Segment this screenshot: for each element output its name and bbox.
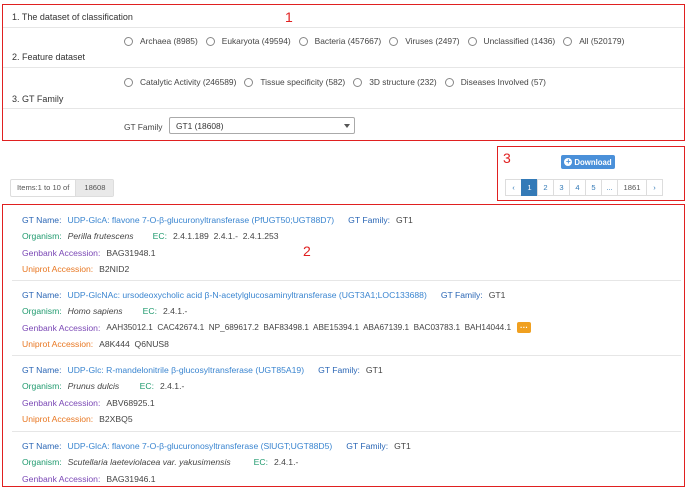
pagination-page-last[interactable]: 1861 <box>617 179 647 196</box>
dataset-section-title: 1. The dataset of classification <box>12 12 133 22</box>
organism-line: Organism: Homo sapiens EC: 2.4.1.- <box>22 306 188 316</box>
download-button[interactable]: + Download <box>561 155 615 169</box>
radio-button[interactable] <box>205 36 215 46</box>
ec-value: 2.4.1.- <box>273 457 299 467</box>
genbank-value[interactable]: BAG31946.1 <box>106 474 155 484</box>
dataset-option-all[interactable]: All (520179) <box>563 36 624 46</box>
results-count: Items:1 to 10 of 18608 <box>10 179 115 197</box>
radio-button[interactable] <box>124 36 133 46</box>
genbank-value[interactable]: BAG31948.1 <box>106 248 155 258</box>
radio-button[interactable] <box>389 36 399 46</box>
radio-button[interactable] <box>353 77 363 87</box>
gt-name-link[interactable]: UDP-Glc: R-mandelonitrile β-glucosyltran… <box>67 365 304 375</box>
dataset-radio-group: Archaea (8985) Eukaryota (49594) Bacteri… <box>124 36 632 46</box>
ec-value: 2.4.1.189 2.4.1.- 2.4.1.253 <box>172 231 279 241</box>
uniprot-line: Uniprot Accession: B2XBQ5 <box>22 414 133 424</box>
feature-radio-group: Catalytic Activity (246589) Tissue speci… <box>124 77 554 87</box>
pagination: ‹ 1 2 3 4 5 ... 1861 › <box>505 179 663 196</box>
chevron-down-icon <box>344 124 350 128</box>
pagination-ellipsis: ... <box>601 179 618 196</box>
radio-button[interactable] <box>444 77 454 87</box>
results-range: Items:1 to 10 of <box>17 183 70 192</box>
pagination-page-4[interactable]: 4 <box>569 179 586 196</box>
dataset-option-viruses[interactable]: Viruses (2497) <box>389 36 460 46</box>
organism-line: Organism: Perilla frutescens EC: 2.4.1.1… <box>22 231 279 241</box>
gt-name-line: GT Name: UDP-Glc: R-mandelonitrile β-glu… <box>22 365 383 375</box>
divider <box>3 27 684 28</box>
genbank-value[interactable]: ABV68925.1 <box>106 398 154 408</box>
uniprot-line: Uniprot Accession: A8K444 Q6NUS8 <box>22 339 169 349</box>
more-button[interactable]: ··· <box>517 322 532 333</box>
radio-button[interactable] <box>244 77 254 87</box>
genbank-value[interactable]: AAH35012.1 CAC42674.1 NP_689617.2 BAF834… <box>106 323 511 332</box>
dataset-option-eukaryota[interactable]: Eukaryota (49594) <box>205 36 291 46</box>
organism-line: Organism: Prunus dulcis EC: 2.4.1.- <box>22 381 185 391</box>
radio-button[interactable] <box>298 36 308 46</box>
genbank-line: Genbank Accession: ABV68925.1 <box>22 398 155 408</box>
pagination-page-5[interactable]: 5 <box>585 179 602 196</box>
download-label: Download <box>574 157 612 167</box>
pagination-page-3[interactable]: 3 <box>553 179 570 196</box>
organism-value: Prunus dulcis <box>67 381 120 391</box>
gt-family-label: GT Family <box>124 122 163 132</box>
radio-button[interactable] <box>563 36 573 46</box>
gt-family-value: GT1 <box>365 365 383 375</box>
divider <box>3 67 684 68</box>
genbank-line: Genbank Accession: BAG31948.1 <box>22 248 156 258</box>
divider <box>12 355 681 356</box>
gt-name-line: GT Name: UDP-GlcNAc: ursodeoxycholic aci… <box>22 290 506 300</box>
gt-name-line: GT Name: UDP-GlcA: flavone 7-O-β-glucuro… <box>22 441 411 451</box>
gt-section-title: 3. GT Family <box>12 94 64 104</box>
pagination-next[interactable]: › <box>646 179 663 196</box>
ec-value: 2.4.1.- <box>159 381 185 391</box>
feature-section-title: 2. Feature dataset <box>12 52 86 62</box>
uniprot-value[interactable]: B2XBQ5 <box>99 414 132 424</box>
divider <box>12 431 681 432</box>
gt-family-select[interactable]: GT1 (18608) <box>169 117 355 134</box>
gt-name-line: GT Name: UDP-GlcA: flavone 7-O-β-glucuro… <box>22 215 413 225</box>
pagination-page-1[interactable]: 1 <box>521 179 538 196</box>
gt-name-link[interactable]: UDP-GlcA: flavone 7-O-β-glucuronyltransf… <box>67 215 334 225</box>
gt-family-value: GT1 <box>488 290 506 300</box>
gt-family-selected-value: GT1 (18608) <box>176 120 224 131</box>
gt-name-link[interactable]: UDP-GlcA: flavone 7-O-β-glucuronosyltran… <box>67 441 332 451</box>
radio-button[interactable] <box>124 77 133 87</box>
uniprot-value[interactable]: B2NID2 <box>99 264 129 274</box>
annotation-label-1: 1 <box>285 9 293 25</box>
feature-option-tissue[interactable]: Tissue specificity (582) <box>244 77 345 87</box>
gt-family-value: GT1 <box>396 215 413 225</box>
gt-name-link[interactable]: UDP-GlcNAc: ursodeoxycholic acid β-N-ace… <box>67 290 426 300</box>
genbank-line: Genbank Accession: BAG31946.1 <box>22 474 156 484</box>
gt-family-value: GT1 <box>394 441 411 451</box>
organism-value: Scutellaria laeteviolacea var. yakusimen… <box>67 457 231 467</box>
organism-line: Organism: Scutellaria laeteviolacea var.… <box>22 457 299 467</box>
divider <box>12 280 681 281</box>
genbank-line: Genbank Accession: AAH35012.1 CAC42674.1… <box>22 322 532 333</box>
annotation-label-3: 3 <box>503 150 511 166</box>
feature-option-diseases[interactable]: Diseases Involved (57) <box>444 77 546 87</box>
dataset-option-archaea[interactable]: Archaea (8985) <box>124 36 198 46</box>
pagination-page-2[interactable]: 2 <box>537 179 554 196</box>
results-total: 18608 <box>75 180 114 196</box>
organism-value: Homo sapiens <box>67 306 123 316</box>
uniprot-value[interactable]: A8K444 Q6NUS8 <box>99 339 169 349</box>
organism-value: Perilla frutescens <box>67 231 134 241</box>
pagination-prev[interactable]: ‹ <box>505 179 522 196</box>
dataset-option-bacteria[interactable]: Bacteria (457667) <box>298 36 381 46</box>
annotation-label-2: 2 <box>303 243 311 259</box>
plus-circle-icon: + <box>564 157 573 166</box>
feature-option-3d[interactable]: 3D structure (232) <box>353 77 437 87</box>
uniprot-line: Uniprot Accession: B2NID2 <box>22 264 130 274</box>
radio-button[interactable] <box>467 36 477 46</box>
dataset-option-unclassified[interactable]: Unclassified (1436) <box>467 36 555 46</box>
ec-value: 2.4.1.- <box>162 306 188 316</box>
feature-option-catalytic[interactable]: Catalytic Activity (246589) <box>124 77 236 87</box>
divider <box>3 108 684 109</box>
